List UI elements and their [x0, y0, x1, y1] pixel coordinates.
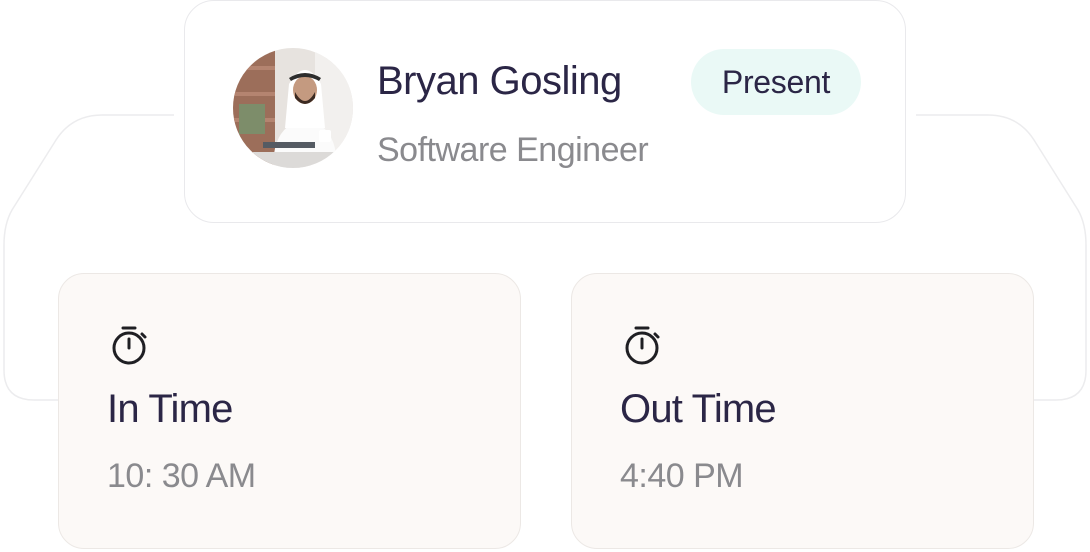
status-badge: Present: [691, 49, 861, 115]
stopwatch-icon: [112, 326, 147, 365]
in-time-value: 10: 30 AM: [107, 457, 256, 495]
out-time-label: Out Time: [620, 387, 777, 431]
employee-name: Bryan Gosling: [377, 59, 622, 103]
employee-role: Software Engineer: [377, 131, 649, 169]
out-time-card: Out Time 4:40 PM: [571, 273, 1034, 549]
person-avatar-icon: [233, 48, 353, 168]
in-time-card: In Time 10: 30 AM: [58, 273, 521, 549]
avatar: [233, 48, 353, 168]
stopwatch-icon: [625, 326, 660, 365]
employee-profile-card: Bryan Gosling Software Engineer Present: [184, 0, 906, 223]
in-time-label: In Time: [107, 387, 233, 431]
out-time-value: 4:40 PM: [620, 457, 744, 495]
